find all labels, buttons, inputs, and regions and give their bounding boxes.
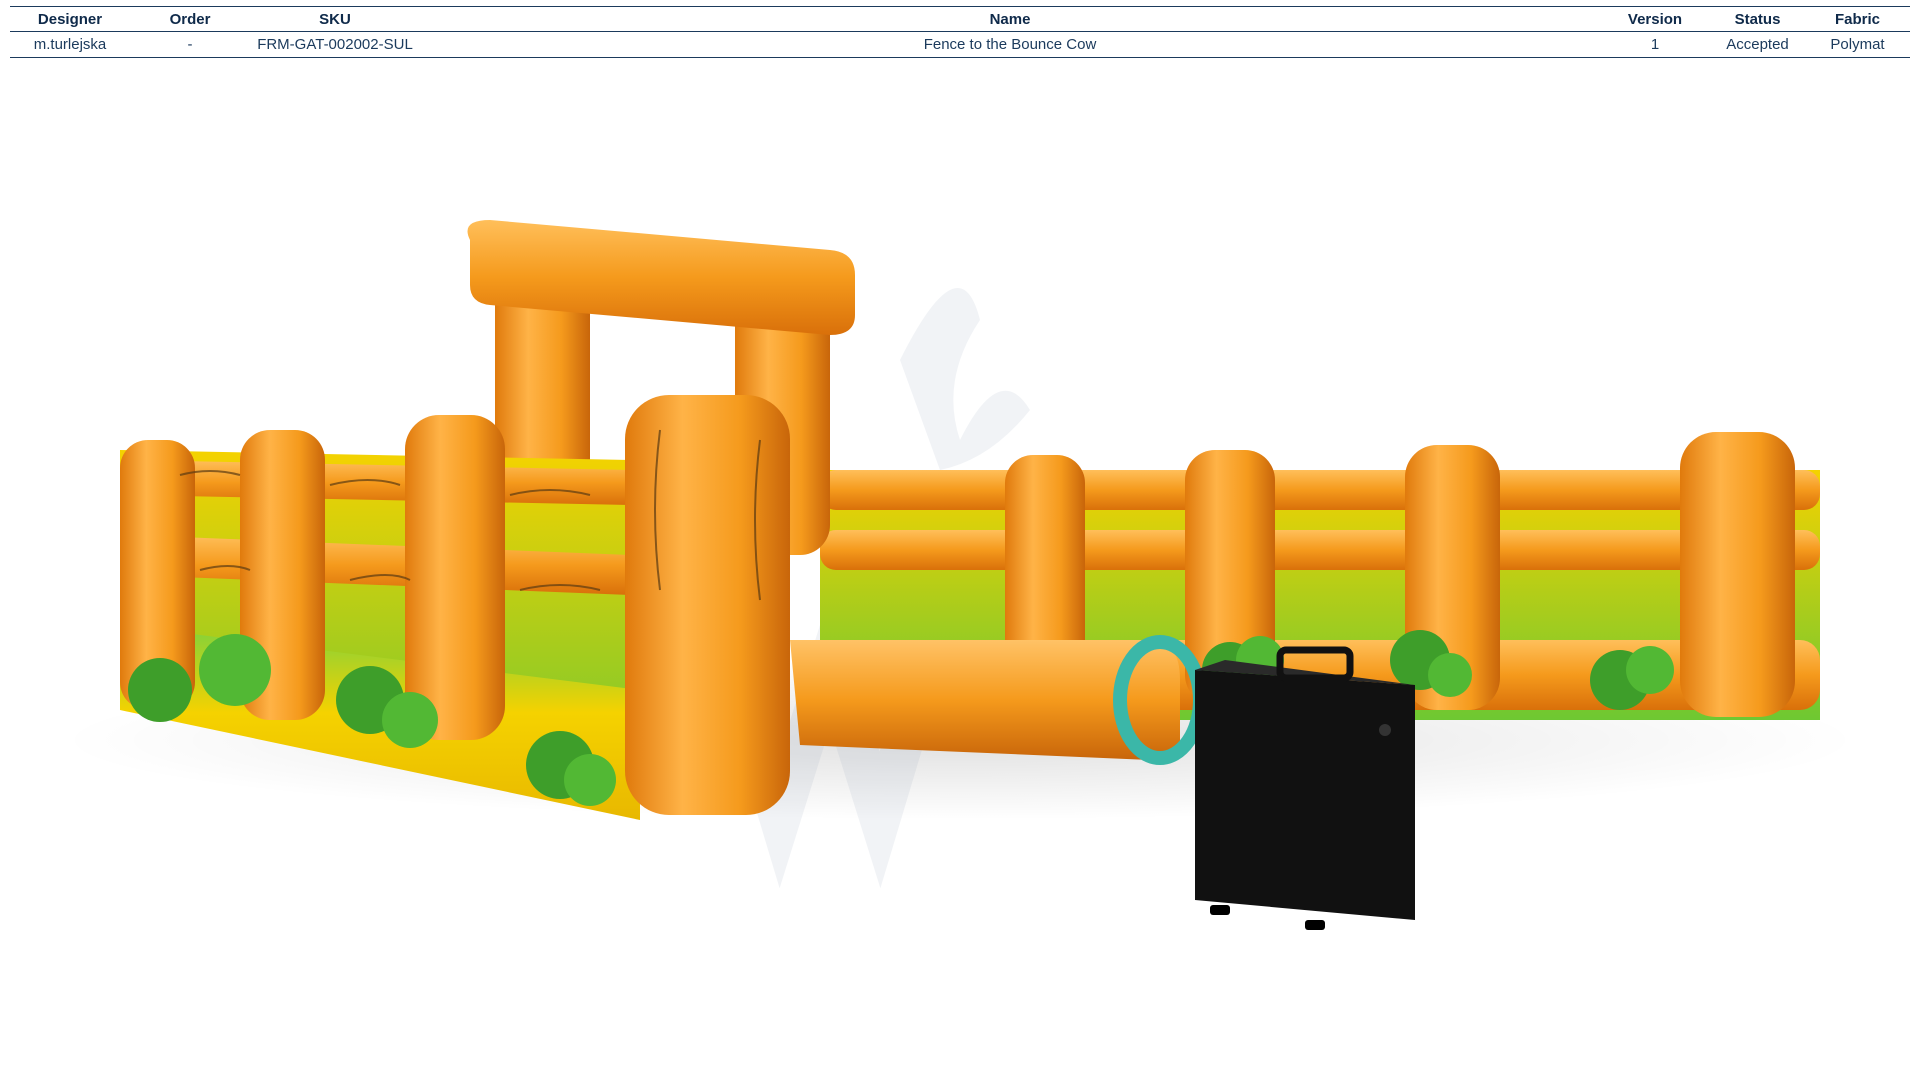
spec-header-row: Designer Order SKU Name Version Status F… xyxy=(10,6,1910,32)
blower-tube xyxy=(790,635,1207,765)
cell-fabric: Polymat xyxy=(1830,36,1885,53)
header-designer: Designer xyxy=(37,10,103,28)
header-order: Order xyxy=(169,10,211,28)
spec-data-row: m.turlejska - FRM-GAT-002002-SUL Fence t… xyxy=(10,32,1910,58)
product-render xyxy=(60,220,1860,930)
cell-name: Fence to the Bounce Cow xyxy=(923,36,1097,53)
cell-sku: FRM-GAT-002002-SUL xyxy=(257,36,413,53)
cell-version: 1 xyxy=(1650,36,1660,53)
header-sku: SKU xyxy=(319,10,351,28)
cell-status: Accepted xyxy=(1726,36,1789,53)
header-status: Status xyxy=(1734,10,1781,28)
header-version: Version xyxy=(1627,10,1683,28)
blower-unit xyxy=(1195,646,1415,930)
cell-order: - xyxy=(187,36,193,53)
cell-designer: m.turlejska xyxy=(33,36,107,53)
spec-table: Designer Order SKU Name Version Status F… xyxy=(10,6,1910,58)
header-fabric: Fabric xyxy=(1834,10,1880,28)
header-name: Name xyxy=(989,10,1031,28)
